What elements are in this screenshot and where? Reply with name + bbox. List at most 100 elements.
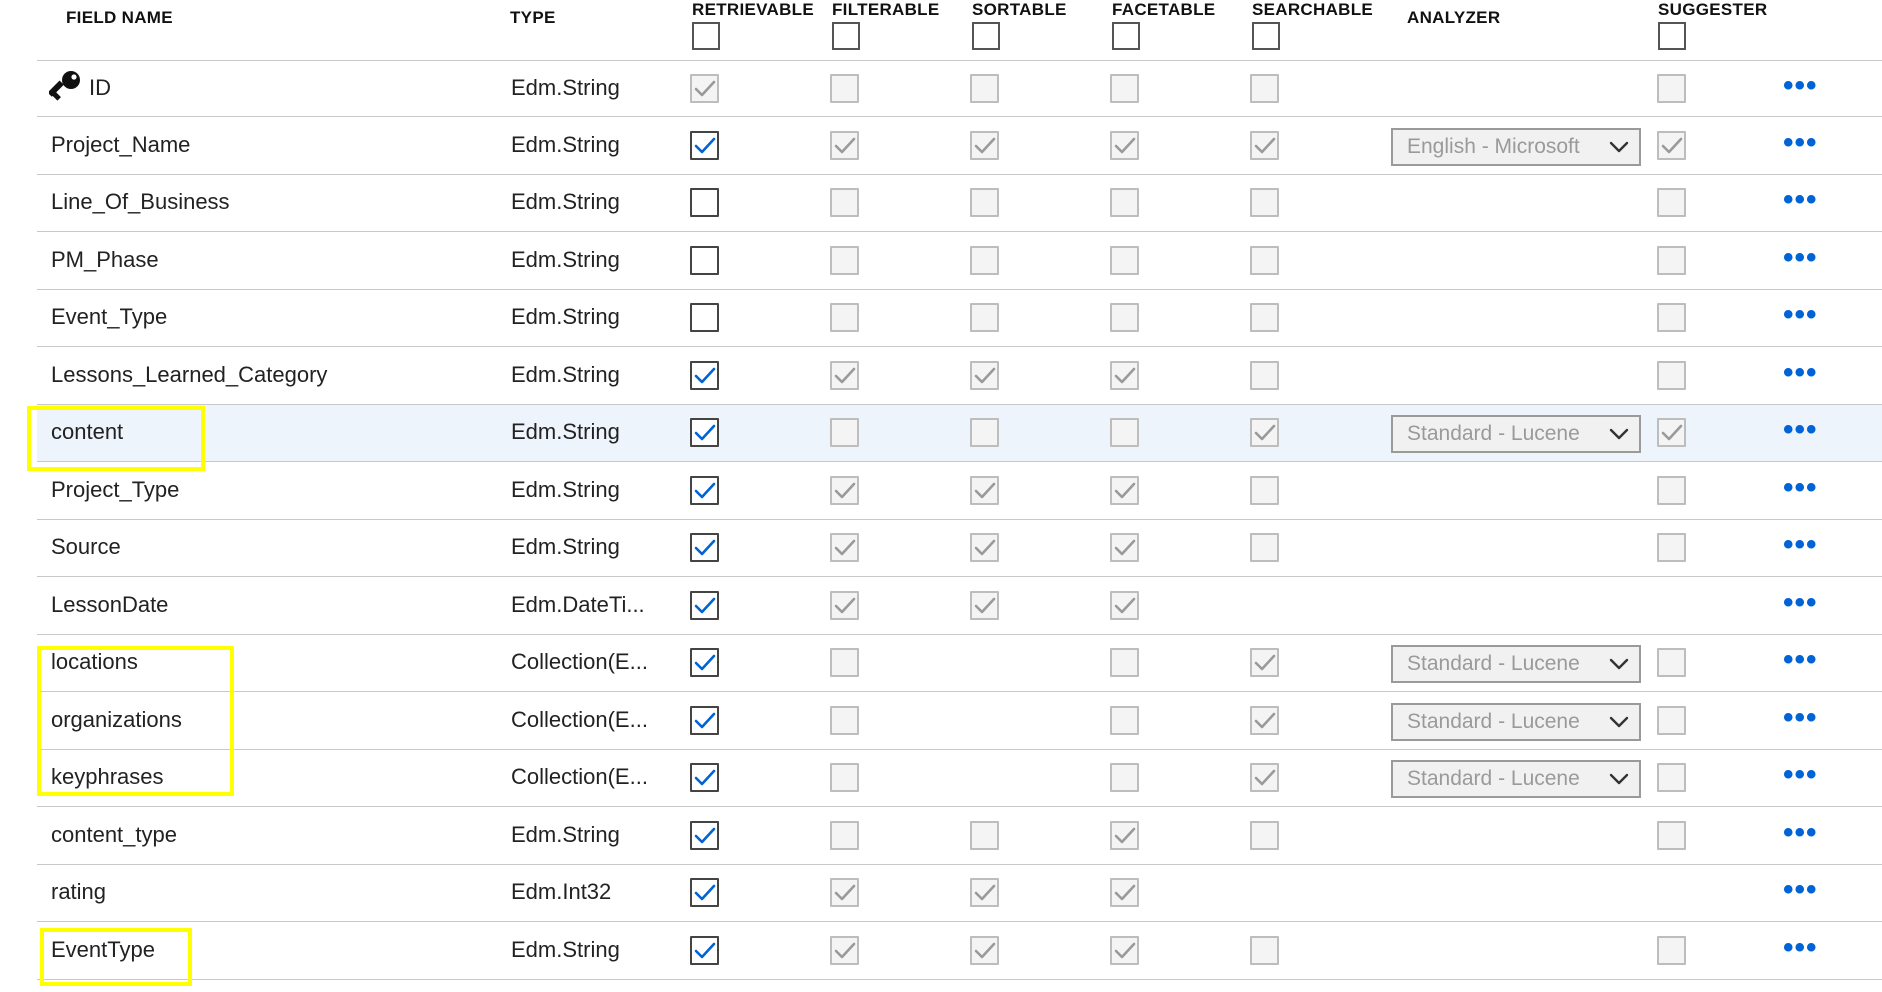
more-icon[interactable]: •••	[1783, 530, 1818, 560]
header-facetable: FACETABLE	[1112, 0, 1216, 19]
facetable-checkbox	[1110, 820, 1139, 850]
table-row[interactable]: PM_Phase Edm.String •••	[37, 233, 1882, 290]
table-row[interactable]: content Edm.String Standard - Lucene •••	[37, 405, 1882, 462]
more-icon[interactable]: •••	[1783, 875, 1818, 905]
more-icon[interactable]: •••	[1783, 702, 1818, 733]
more-icon[interactable]: •••	[1783, 817, 1818, 848]
sortable-checkbox	[970, 878, 999, 907]
select-all-facetable-checkbox[interactable]	[1112, 22, 1140, 50]
chevron-down-icon	[1609, 426, 1629, 442]
retrievable-checkbox[interactable]	[690, 648, 719, 677]
more-icon[interactable]: •••	[1783, 185, 1818, 215]
table-row[interactable]: Source Edm.String •••	[37, 520, 1882, 577]
field-type: Collection(E...	[511, 706, 648, 732]
searchable-checkbox	[1250, 245, 1279, 275]
table-row[interactable]: Project_Type Edm.String •••	[37, 463, 1882, 520]
searchable-checkbox	[1250, 303, 1279, 332]
table-row[interactable]: rating Edm.Int32 •••	[37, 865, 1882, 922]
table-row[interactable]: locations Collection(E... Standard - Lucen…	[37, 635, 1882, 692]
searchable-checkbox	[1250, 188, 1279, 217]
retrievable-checkbox[interactable]	[690, 935, 719, 965]
table-row[interactable]: keyphrases Collection(E... Standard - Luce…	[37, 750, 1882, 807]
table-row[interactable]: Lessons_Learned_Category Edm.String •••	[37, 348, 1882, 405]
field-type: Collection(E...	[511, 764, 648, 789]
analyzer-dropdown[interactable]: Standard - Lucene	[1391, 702, 1641, 741]
analyzer-value: Standard - Lucene	[1407, 652, 1580, 675]
retrievable-checkbox[interactable]	[690, 590, 719, 620]
select-all-suggester-checkbox[interactable]	[1658, 22, 1686, 50]
retrievable-checkbox[interactable]	[690, 475, 719, 505]
facetable-checkbox	[1110, 705, 1139, 735]
table-row[interactable]: EventType Edm.String •••	[37, 923, 1882, 980]
suggester-checkbox	[1657, 648, 1686, 677]
analyzer-dropdown[interactable]: English - Microsoft	[1391, 127, 1641, 166]
facetable-checkbox	[1110, 590, 1139, 620]
field-name: ID	[89, 75, 111, 100]
more-icon[interactable]: •••	[1783, 357, 1818, 388]
more-icon[interactable]: •••	[1783, 127, 1818, 158]
header-field-name[interactable]: FIELD NAME	[66, 8, 173, 28]
table-row[interactable]: ID Edm.String •••	[37, 60, 1882, 117]
retrievable-checkbox[interactable]	[690, 130, 719, 160]
field-type: Collection(E...	[511, 649, 648, 674]
select-all-searchable-checkbox[interactable]	[1252, 22, 1280, 50]
retrievable-checkbox[interactable]	[690, 303, 719, 332]
field-name: content_type	[51, 821, 177, 847]
header-type[interactable]: TYPE	[510, 8, 556, 28]
searchable-checkbox	[1250, 533, 1279, 562]
sortable-checkbox	[970, 74, 999, 103]
retrievable-checkbox[interactable]	[690, 245, 719, 275]
suggester-checkbox	[1657, 74, 1686, 103]
more-icon[interactable]: •••	[1783, 472, 1818, 503]
field-type: Edm.String	[511, 189, 620, 214]
select-all-retrievable-checkbox[interactable]	[692, 22, 720, 50]
retrievable-checkbox[interactable]	[690, 533, 719, 562]
table-row[interactable]: organizations Collection(E... Standard - L…	[37, 693, 1882, 750]
more-icon[interactable]: •••	[1783, 760, 1818, 790]
more-icon[interactable]: •••	[1783, 242, 1818, 273]
filterable-checkbox	[830, 820, 859, 850]
more-icon[interactable]: •••	[1783, 932, 1818, 963]
header-searchable: SEARCHABLE	[1252, 0, 1374, 19]
facetable-checkbox	[1110, 245, 1139, 275]
header-analyzer: ANALYZER	[1407, 8, 1501, 27]
table-row[interactable]: Line_Of_Business Edm.String •••	[37, 175, 1882, 232]
filterable-checkbox	[830, 590, 859, 620]
analyzer-dropdown[interactable]: Standard - Lucene	[1391, 760, 1641, 798]
field-type: Edm.String	[511, 936, 620, 962]
retrievable-checkbox[interactable]	[690, 360, 719, 390]
table-row[interactable]: content_type Edm.String •••	[37, 808, 1882, 865]
select-all-filterable-checkbox[interactable]	[832, 22, 860, 50]
analyzer-value: Standard - Lucene	[1407, 422, 1580, 445]
analyzer-dropdown[interactable]: Standard - Lucene	[1391, 415, 1641, 453]
suggester-checkbox	[1657, 705, 1686, 735]
sortable-checkbox	[970, 303, 999, 332]
more-icon[interactable]: •••	[1783, 645, 1818, 675]
filterable-checkbox	[830, 130, 859, 160]
field-name: Source	[51, 534, 121, 559]
more-icon[interactable]: •••	[1783, 71, 1818, 101]
analyzer-dropdown[interactable]: Standard - Lucene	[1391, 645, 1641, 683]
retrievable-checkbox[interactable]	[690, 763, 719, 792]
header-suggester: SUGGESTER	[1658, 0, 1768, 19]
more-icon[interactable]: •••	[1783, 300, 1818, 330]
retrievable-checkbox[interactable]	[690, 878, 719, 907]
filterable-checkbox	[830, 763, 859, 792]
table-row[interactable]: Project_Name Edm.String English - Microsof…	[37, 118, 1882, 175]
field-type: Edm.DateTi...	[511, 591, 645, 617]
sortable-checkbox	[970, 533, 999, 562]
select-all-sortable-checkbox[interactable]	[972, 22, 1000, 50]
suggester-checkbox	[1657, 130, 1686, 160]
retrievable-checkbox[interactable]	[690, 705, 719, 735]
filterable-checkbox	[830, 935, 859, 965]
retrievable-checkbox[interactable]	[690, 418, 719, 447]
sortable-checkbox	[970, 245, 999, 275]
table-row[interactable]: LessonDate Edm.DateTi... •••	[37, 578, 1882, 635]
retrievable-checkbox[interactable]	[690, 188, 719, 217]
searchable-checkbox	[1250, 705, 1279, 735]
retrievable-checkbox[interactable]	[690, 820, 719, 850]
more-icon[interactable]: •••	[1783, 587, 1818, 618]
facetable-checkbox	[1110, 74, 1139, 103]
more-icon[interactable]: •••	[1783, 415, 1818, 445]
table-row[interactable]: Event_Type Edm.String •••	[37, 290, 1882, 347]
